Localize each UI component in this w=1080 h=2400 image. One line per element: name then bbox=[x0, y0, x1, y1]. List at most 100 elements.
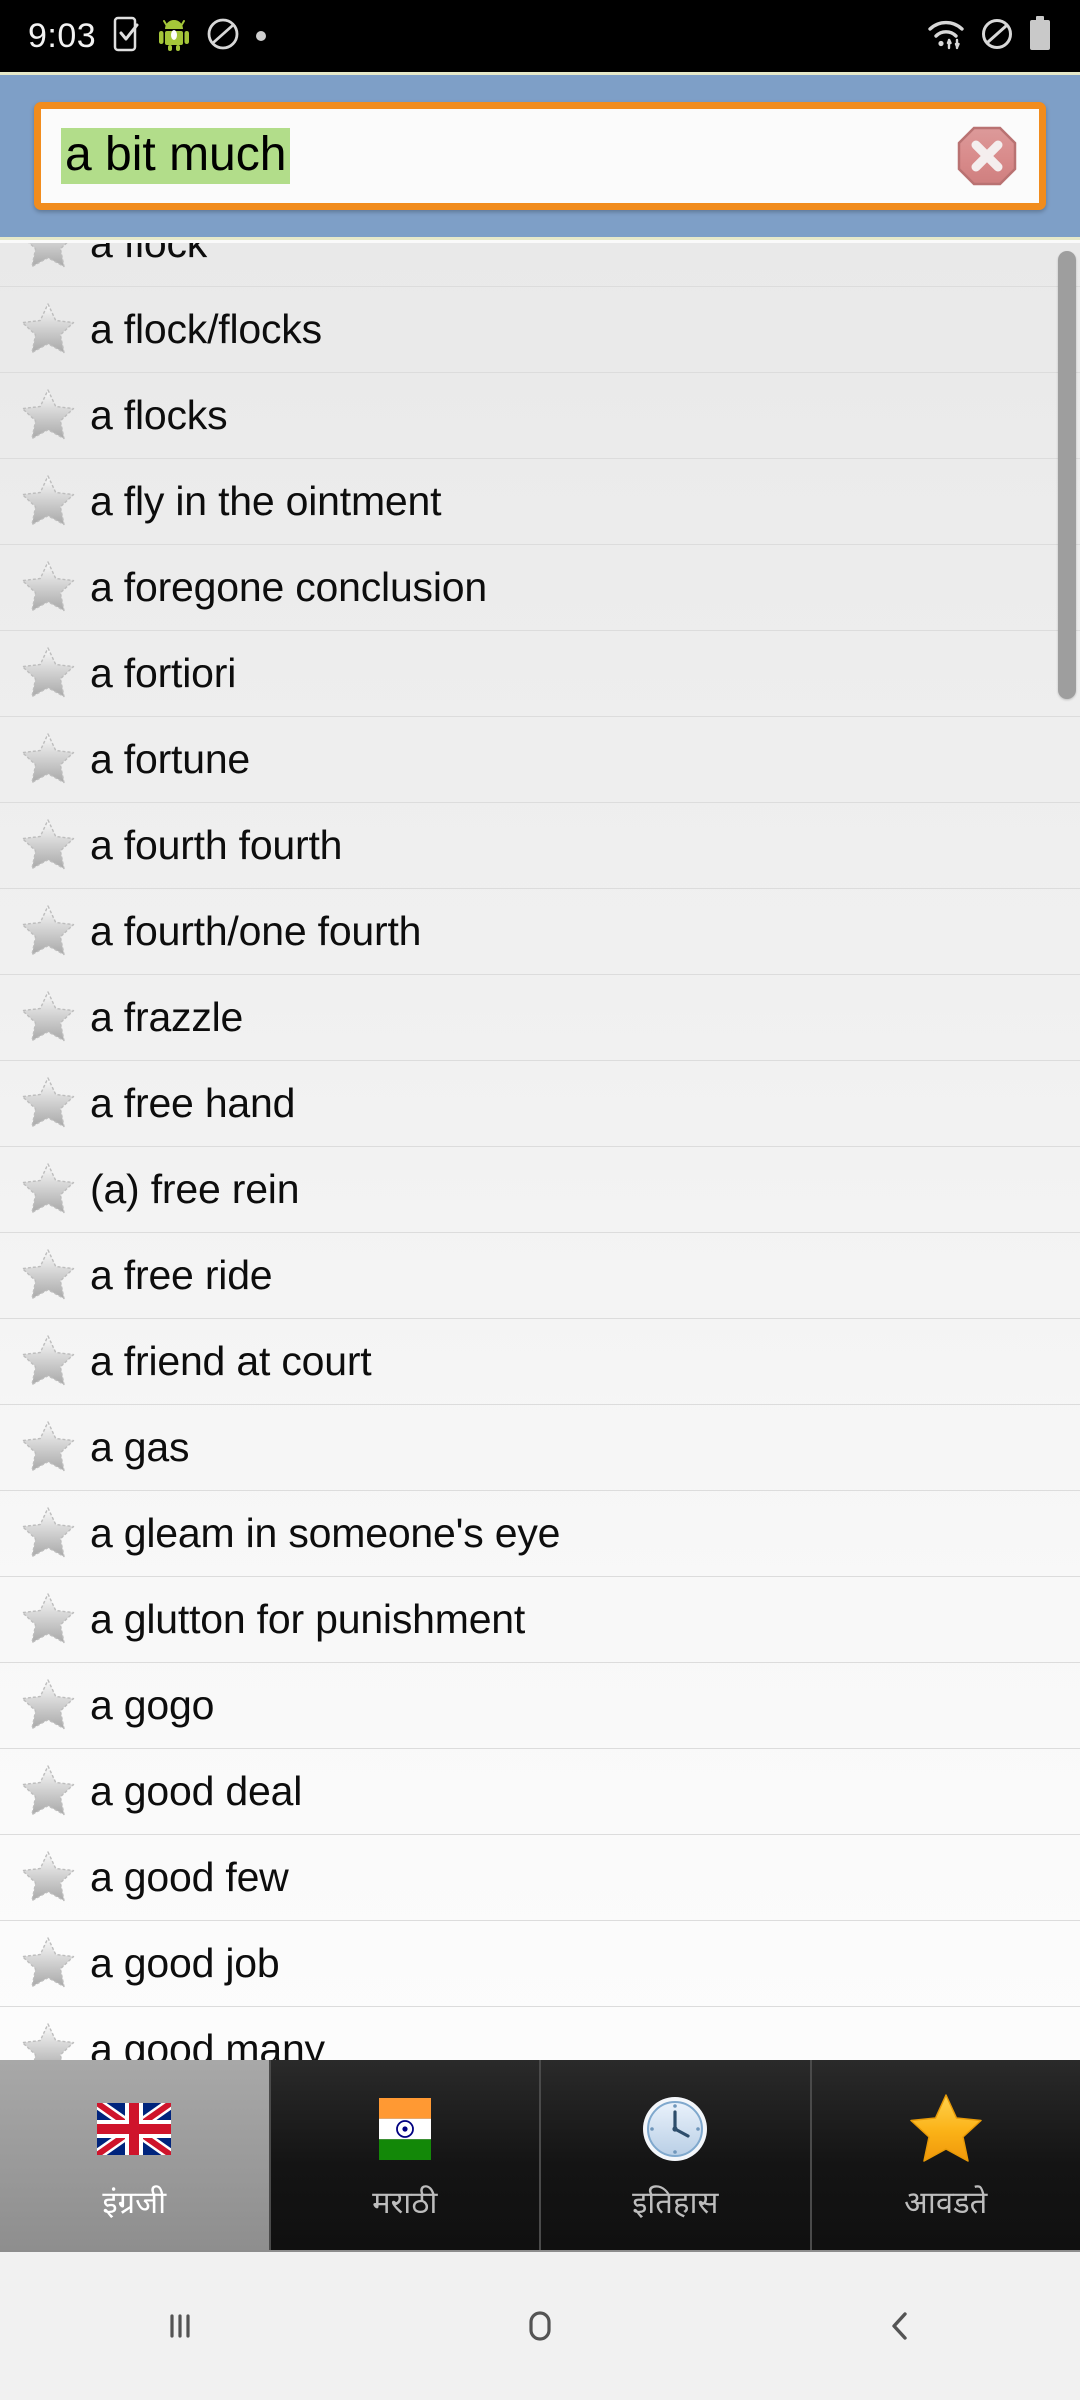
tab-english[interactable]: इंग्रजी bbox=[0, 2060, 271, 2250]
list-item[interactable]: a free ride bbox=[0, 1233, 1080, 1319]
list-item-label: a good job bbox=[90, 1940, 280, 1986]
tab-label-marathi: मराठी bbox=[372, 2185, 438, 2221]
star-outline-icon[interactable] bbox=[18, 644, 78, 704]
star-outline-icon[interactable] bbox=[18, 1848, 78, 1908]
list-item[interactable]: a friend at court bbox=[0, 1319, 1080, 1405]
list-item-label: a free ride bbox=[90, 1252, 273, 1298]
list-scrollbar[interactable] bbox=[1058, 243, 1080, 2060]
star-outline-icon[interactable] bbox=[18, 1418, 78, 1478]
list-item[interactable]: a flock bbox=[0, 243, 1080, 287]
list-item-label: a flocks bbox=[90, 392, 228, 438]
list-item[interactable]: a good many bbox=[0, 2007, 1080, 2060]
list-item[interactable]: a foregone conclusion bbox=[0, 545, 1080, 631]
star-outline-icon[interactable] bbox=[18, 816, 78, 876]
list-item[interactable]: a fortiori bbox=[0, 631, 1080, 717]
star-outline-icon[interactable] bbox=[18, 1504, 78, 1564]
star-outline-icon[interactable] bbox=[18, 2020, 78, 2060]
tab-marathi[interactable]: मराठी bbox=[270, 2060, 541, 2250]
recents-icon bbox=[170, 2314, 190, 2338]
back-icon bbox=[892, 2312, 907, 2340]
star-outline-icon[interactable] bbox=[18, 243, 78, 274]
list-item[interactable]: a flocks bbox=[0, 373, 1080, 459]
star-outline-icon[interactable] bbox=[18, 1246, 78, 1306]
list-item[interactable]: a free hand bbox=[0, 1061, 1080, 1147]
star-outline-icon[interactable] bbox=[18, 472, 78, 532]
do-not-disturb-icon bbox=[980, 17, 1014, 56]
scrollbar-thumb[interactable] bbox=[1058, 251, 1076, 699]
list-item-label: a fortiori bbox=[90, 650, 237, 696]
list-item[interactable]: a flock/flocks bbox=[0, 287, 1080, 373]
list-item-label: a friend at court bbox=[90, 1338, 372, 1384]
star-outline-icon[interactable] bbox=[18, 1160, 78, 1220]
list-item-label: a fly in the ointment bbox=[90, 478, 442, 524]
star-outline-icon[interactable] bbox=[18, 730, 78, 790]
list-item-label: a frazzle bbox=[90, 994, 244, 1040]
search-box[interactable]: a bit much bbox=[34, 102, 1046, 210]
search-input-value: a bit much bbox=[61, 127, 291, 185]
status-bar-clock: 9:03 bbox=[28, 16, 97, 55]
dot-indicator-icon bbox=[256, 31, 267, 41]
star-outline-icon[interactable] bbox=[18, 1762, 78, 1822]
star-outline-icon[interactable] bbox=[18, 1590, 78, 1650]
list-item-label: a free hand bbox=[90, 1080, 296, 1126]
list-item-label: a glutton for punishment bbox=[90, 1596, 526, 1642]
list-item-label: a good few bbox=[90, 1854, 289, 1900]
tab-label-history: इतिहास bbox=[632, 2185, 719, 2221]
list-item[interactable]: a gas bbox=[0, 1405, 1080, 1491]
back-button[interactable] bbox=[825, 2251, 975, 2400]
list-item-label: a good many bbox=[90, 2026, 325, 2061]
status-bar: 9:03 bbox=[0, 0, 1080, 72]
android-nav-bar bbox=[0, 2250, 1080, 2400]
bottom-tab-bar: इंग्रजी मराठी इतिहास आवडते bbox=[0, 2060, 1080, 2250]
list-item-label: a foregone conclusion bbox=[90, 564, 487, 610]
list-item[interactable]: a fly in the ointment bbox=[0, 459, 1080, 545]
list-item-label: a flock bbox=[90, 243, 208, 266]
gold-star-icon bbox=[907, 2087, 985, 2171]
star-outline-icon[interactable] bbox=[18, 988, 78, 1048]
list-item-label: a gas bbox=[90, 1424, 190, 1470]
clear-search-button[interactable] bbox=[941, 110, 1033, 202]
recent-apps-button[interactable] bbox=[105, 2251, 255, 2400]
list-item[interactable]: a fortune bbox=[0, 717, 1080, 803]
list-item-label: a gleam in someone's eye bbox=[90, 1510, 561, 1556]
list-item[interactable]: a good deal bbox=[0, 1749, 1080, 1835]
wifi-icon bbox=[926, 17, 966, 56]
tab-history[interactable]: इतिहास bbox=[541, 2060, 812, 2250]
list-item[interactable]: a gleam in someone's eye bbox=[0, 1491, 1080, 1577]
search-input[interactable]: a bit much bbox=[41, 127, 941, 185]
india-flag-icon bbox=[378, 2087, 431, 2171]
list-item-label: (a) free rein bbox=[90, 1166, 300, 1212]
list-item[interactable]: a fourth/one fourth bbox=[0, 889, 1080, 975]
star-outline-icon[interactable] bbox=[18, 1332, 78, 1392]
uk-flag-icon bbox=[97, 2087, 172, 2171]
star-outline-icon[interactable] bbox=[18, 386, 78, 446]
battery-icon bbox=[1028, 15, 1052, 57]
home-icon bbox=[529, 2311, 551, 2341]
android-robot-icon bbox=[158, 16, 190, 57]
clear-octagon-icon bbox=[957, 126, 1017, 186]
list-item-label: a good deal bbox=[90, 1768, 303, 1814]
tab-favorites[interactable]: आवडते bbox=[811, 2060, 1080, 2250]
list-item[interactable]: a gogo bbox=[0, 1663, 1080, 1749]
list-item[interactable]: a fourth fourth bbox=[0, 803, 1080, 889]
home-button[interactable] bbox=[465, 2251, 615, 2400]
list-item[interactable]: (a) free rein bbox=[0, 1147, 1080, 1233]
star-outline-icon[interactable] bbox=[18, 558, 78, 618]
tab-label-english: इंग्रजी bbox=[102, 2185, 167, 2221]
word-list[interactable]: a flock a flock/flocks a flocks a fly in… bbox=[0, 243, 1080, 2060]
list-item[interactable]: a frazzle bbox=[0, 975, 1080, 1061]
phone-check-icon bbox=[112, 16, 142, 57]
star-outline-icon[interactable] bbox=[18, 1074, 78, 1134]
star-outline-icon[interactable] bbox=[18, 1676, 78, 1736]
search-header: a bit much bbox=[0, 72, 1080, 240]
star-outline-icon[interactable] bbox=[18, 1934, 78, 1994]
list-item-label: a fourth/one fourth bbox=[90, 908, 422, 954]
list-item[interactable]: a glutton for punishment bbox=[0, 1577, 1080, 1663]
list-item-label: a fourth fourth bbox=[90, 822, 343, 868]
star-outline-icon[interactable] bbox=[18, 902, 78, 962]
app-screen: 9:03 a bit much a flock a flock/flocks a… bbox=[0, 0, 1080, 2400]
list-item[interactable]: a good few bbox=[0, 1835, 1080, 1921]
list-item[interactable]: a good job bbox=[0, 1921, 1080, 2007]
star-outline-icon[interactable] bbox=[18, 300, 78, 360]
tab-label-favorites: आवडते bbox=[904, 2185, 988, 2221]
